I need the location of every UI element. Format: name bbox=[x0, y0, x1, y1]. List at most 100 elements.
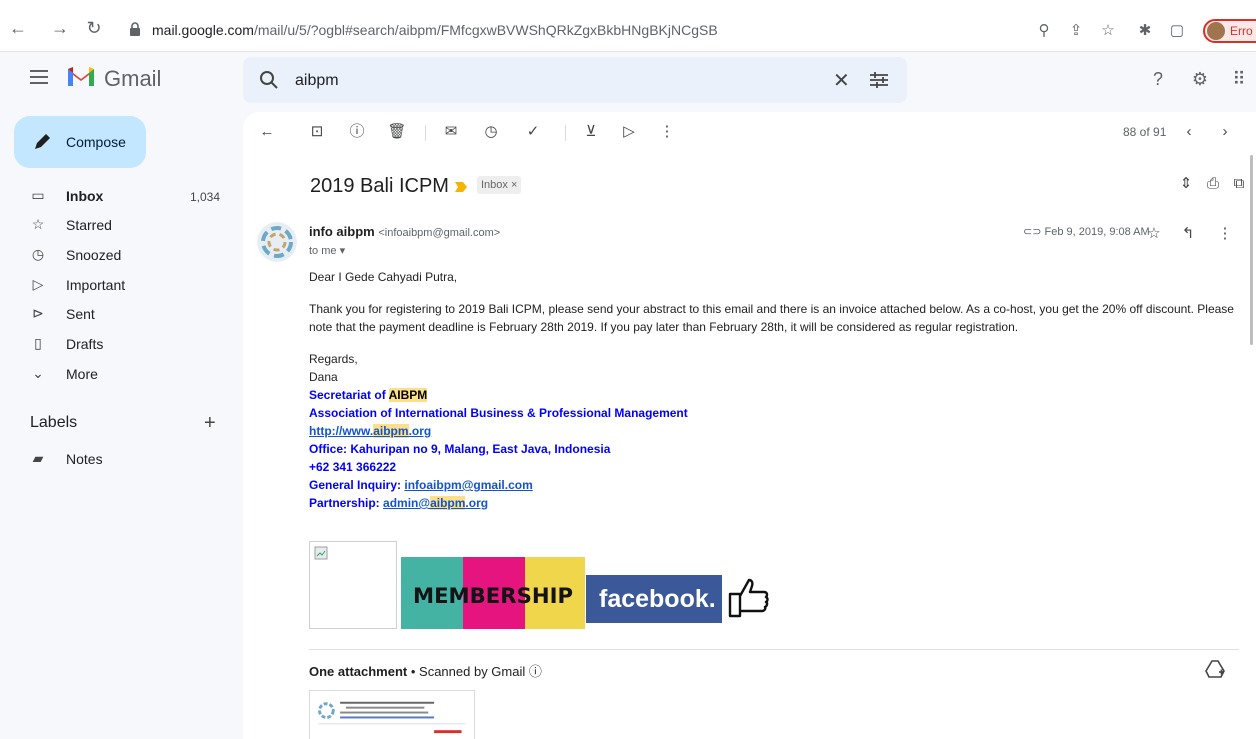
older-icon[interactable]: › bbox=[1215, 122, 1235, 142]
regards: Regards, bbox=[309, 352, 358, 366]
lock-icon bbox=[130, 22, 140, 36]
more-vertical-icon[interactable]: ⋮ bbox=[1215, 224, 1235, 244]
toolbar-divider bbox=[565, 125, 566, 141]
signer-name: Dana bbox=[309, 370, 338, 384]
membership-banner[interactable]: MEMBERSHIP bbox=[401, 557, 585, 629]
add-to-drive-icon[interactable] bbox=[1205, 660, 1225, 678]
sig-office: Office: Kahuripan no 9, Malang, East Jav… bbox=[309, 442, 611, 456]
print-icon[interactable]: ⎙ bbox=[1203, 174, 1223, 194]
label-icon: ▰ bbox=[32, 450, 44, 466]
apps-grid-icon[interactable]: ⠿ bbox=[1228, 68, 1250, 90]
main-menu-icon[interactable] bbox=[30, 70, 48, 84]
avatar bbox=[1207, 22, 1225, 40]
sidebar-item-snoozed[interactable]: ◷ Snoozed bbox=[0, 240, 240, 270]
compose-label: Compose bbox=[66, 134, 126, 150]
scrollbar[interactable] bbox=[1250, 155, 1253, 345]
back-arrow-icon[interactable]: ← bbox=[8, 18, 28, 38]
snooze-icon[interactable]: ◷ bbox=[481, 122, 501, 142]
attachment-header: One attachment • Scanned by Gmail ⓘ bbox=[309, 664, 542, 679]
sender-name: info aibpm bbox=[309, 224, 375, 239]
settings-icon[interactable]: ⚙ bbox=[1189, 68, 1211, 90]
search-bar[interactable]: aibpm ✕ bbox=[243, 57, 907, 103]
body-paragraph: Thank you for registering to 2019 Bali I… bbox=[309, 302, 1234, 334]
share-icon[interactable]: ⇪ bbox=[1067, 22, 1085, 40]
compose-button[interactable]: Compose bbox=[14, 116, 146, 168]
inbox-icon: ▭ bbox=[31, 187, 45, 203]
pencil-icon bbox=[35, 134, 50, 149]
url-text: mail.google.com/mail/u/5/?ogbl#search/ai… bbox=[152, 22, 718, 38]
profile-button[interactable]: Erro bbox=[1203, 19, 1256, 43]
send-icon: ⊳ bbox=[32, 305, 44, 321]
greeting: Dear I Gede Cahyadi Putra, bbox=[309, 270, 458, 284]
email-date: ⊂⊃ Feb 9, 2019, 9:08 AM bbox=[1023, 226, 1150, 238]
add-task-icon[interactable]: ✓ bbox=[523, 122, 543, 142]
pager-count: 88 of 91 bbox=[1123, 125, 1167, 139]
email-subject: 2019 Bali ICPM bbox=[310, 175, 449, 197]
thumbs-up-icon bbox=[728, 578, 769, 618]
inbox-count: 1,034 bbox=[190, 190, 221, 204]
delete-icon[interactable]: 🗑 bbox=[387, 122, 407, 142]
sig-secretariat: Secretariat of AIBPM bbox=[309, 388, 428, 402]
clock-icon: ◷ bbox=[31, 246, 45, 262]
recipient-dropdown[interactable]: to me ▾ bbox=[309, 244, 345, 257]
inquiry-email-link[interactable]: infoaibpm@gmail.com bbox=[404, 478, 532, 492]
sender-email: <infoaibpm@gmail.com> bbox=[378, 227, 501, 239]
partnership-email-link[interactable]: admin@ bbox=[383, 496, 430, 510]
attachment-clip-icon: ⊂⊃ bbox=[1023, 226, 1045, 238]
sender-avatar[interactable] bbox=[257, 222, 297, 262]
sidebar-item-more[interactable]: ⌄ More bbox=[0, 359, 240, 389]
reply-icon[interactable]: ↰ bbox=[1178, 224, 1198, 244]
star-icon[interactable]: ☆ bbox=[1144, 224, 1164, 244]
app-name: Gmail bbox=[104, 66, 162, 91]
message-panel: ← ⊡ ⓘ 🗑 ✉ ◷ ✓ ⊻ ▷ ⋮ 88 of 91 ‹ › 2019 Ba… bbox=[243, 112, 1256, 739]
sidebar-item-sent[interactable]: ⊳ Sent bbox=[0, 299, 240, 329]
toolbar-divider bbox=[425, 125, 426, 141]
broken-image bbox=[309, 541, 397, 629]
more-vertical-icon[interactable]: ⋮ bbox=[657, 122, 677, 142]
sidebar-item-important[interactable]: ▷ Important bbox=[0, 270, 240, 300]
archive-icon[interactable]: ⊡ bbox=[307, 122, 327, 142]
sidebar-item-drafts[interactable]: ▯ Drafts bbox=[0, 329, 240, 359]
sidebar-item-inbox[interactable]: ▭ Inbox 1,034 bbox=[0, 181, 240, 211]
sender-line: info aibpm <infoaibpm@gmail.com> bbox=[309, 224, 500, 239]
email-body: Dear I Gede Cahyadi Putra, Thank you for… bbox=[309, 268, 1239, 512]
report-spam-icon[interactable]: ⓘ bbox=[347, 122, 367, 142]
help-icon[interactable]: ? bbox=[1147, 68, 1169, 90]
sig-phone: +62 341 366222 bbox=[309, 460, 397, 474]
new-window-icon[interactable]: ⧉ bbox=[1229, 174, 1249, 194]
reload-icon[interactable]: ↻ bbox=[84, 18, 104, 38]
move-to-icon[interactable]: ⊻ bbox=[581, 122, 601, 142]
membership-text: MEMBERSHIP bbox=[413, 584, 573, 608]
inbox-label-chip[interactable]: Inbox × bbox=[477, 176, 522, 194]
search-input[interactable]: aibpm bbox=[295, 72, 339, 90]
invoice-attachment-thumbnail[interactable] bbox=[309, 690, 475, 739]
mark-unread-icon[interactable]: ✉ bbox=[441, 122, 461, 142]
side-panel-icon[interactable]: ▢ bbox=[1168, 22, 1186, 40]
gmail-logo-icon bbox=[68, 67, 94, 86]
search-options-icon[interactable] bbox=[869, 71, 889, 89]
browser-toolbar: ← → ↻ mail.google.com/mail/u/5/?ogbl#sea… bbox=[0, 0, 1256, 52]
newer-icon[interactable]: ‹ bbox=[1179, 122, 1199, 142]
sidebar-item-starred[interactable]: ☆ Starred bbox=[0, 210, 240, 240]
star-icon: ☆ bbox=[31, 216, 45, 232]
facebook-banner[interactable]: facebook. bbox=[586, 575, 722, 623]
address-bar[interactable]: mail.google.com/mail/u/5/?ogbl#search/ai… bbox=[118, 16, 1256, 44]
sig-association: Association of International Business & … bbox=[309, 406, 688, 420]
important-marker-icon[interactable] bbox=[455, 182, 467, 192]
sig-website-link[interactable]: http://www.aibpm.org bbox=[309, 422, 1239, 440]
labels-icon[interactable]: ▷ bbox=[619, 122, 639, 142]
add-label-icon[interactable]: + bbox=[204, 412, 216, 435]
draft-icon: ▯ bbox=[34, 335, 42, 351]
search-icon[interactable] bbox=[259, 70, 279, 90]
sidebar-item-notes[interactable]: ▰ Notes bbox=[0, 444, 240, 474]
zoom-icon[interactable]: ⚲ bbox=[1035, 22, 1053, 40]
clear-search-icon[interactable]: ✕ bbox=[833, 68, 850, 93]
collapse-all-icon[interactable]: ⇕ bbox=[1176, 174, 1196, 194]
forward-arrow-icon[interactable]: → bbox=[50, 18, 70, 38]
broken-image-icon bbox=[314, 546, 328, 560]
extensions-icon[interactable]: ✱ bbox=[1136, 22, 1154, 40]
important-icon: ▷ bbox=[32, 276, 44, 292]
bookmark-star-icon[interactable]: ☆ bbox=[1099, 22, 1117, 40]
back-to-search-icon[interactable]: ← bbox=[257, 122, 277, 142]
labels-heading: Labels bbox=[30, 414, 78, 431]
